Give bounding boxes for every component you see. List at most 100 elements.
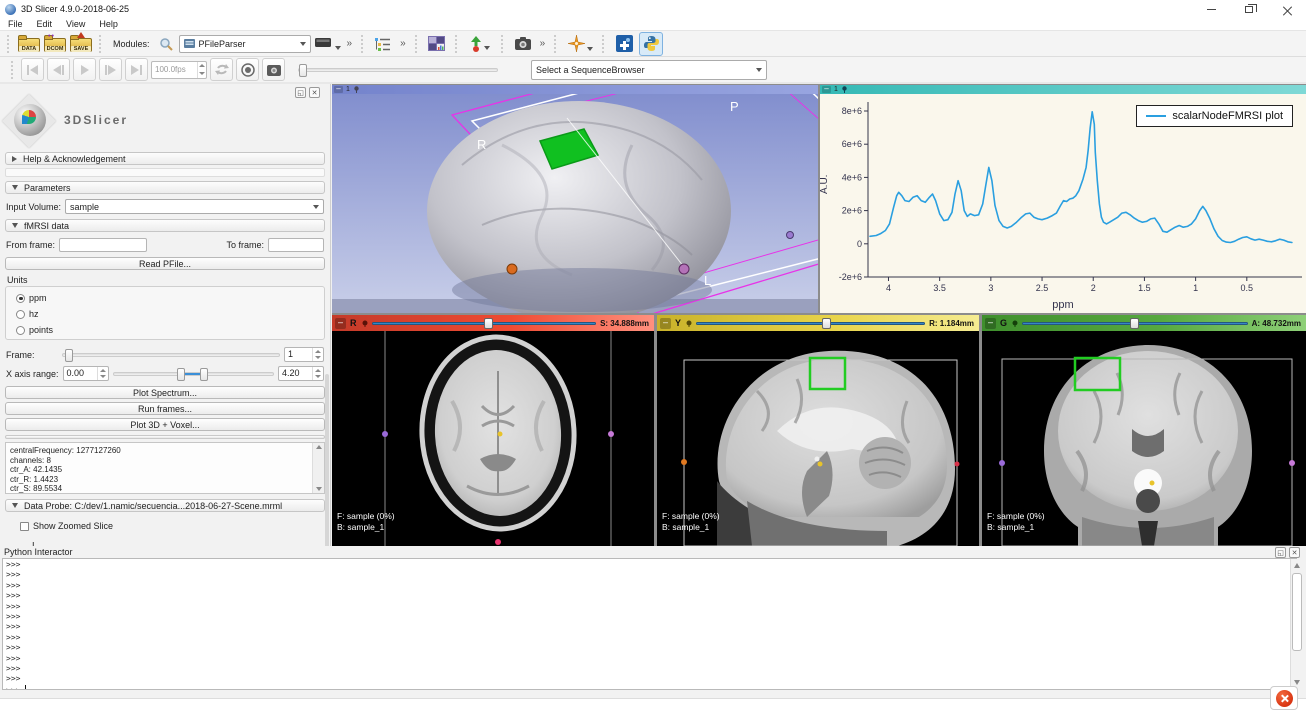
error-log-button[interactable] [1270, 686, 1298, 710]
sequence-slider[interactable] [298, 68, 498, 72]
python-close-icon[interactable]: ✕ [1289, 547, 1300, 558]
slice-offset-slider-green[interactable] [1022, 319, 1248, 328]
loop-button[interactable] [210, 58, 233, 81]
layout-selector-button[interactable] [426, 33, 448, 55]
slice-offset-slider-red[interactable] [372, 319, 597, 328]
plot-spectrum-button[interactable]: Plot Spectrum... [5, 386, 325, 399]
minimize-button[interactable] [1192, 0, 1230, 18]
slice-view-green[interactable]: – G A: 48.732mm F: sample (0%) B: sample… [982, 315, 1306, 546]
module-selector[interactable]: PFileParser [179, 35, 311, 53]
slice-header-green[interactable]: – G A: 48.732mm [982, 315, 1306, 331]
toolbar-overflow-chevron[interactable]: » [345, 38, 355, 49]
view-controllers-button[interactable] [372, 33, 394, 55]
python-interactor-button[interactable] [639, 32, 663, 56]
menu-edit[interactable]: Edit [37, 19, 53, 29]
radio-ppm[interactable]: ppm [14, 293, 324, 303]
xaxis-range-slider[interactable] [113, 372, 274, 376]
slice-header-red[interactable]: – R S: 34.888mm [332, 315, 654, 331]
xaxis-max-spinbox[interactable]: 4.20 [278, 366, 324, 381]
pin-icon[interactable] [1011, 320, 1018, 327]
collapse-view-button[interactable]: – [334, 86, 343, 93]
from-frame-input[interactable] [59, 238, 147, 252]
chart-canvas[interactable]: 43.532.521.510.5-2e+602e+64e+66e+68e+6 A… [820, 94, 1306, 313]
help-acknowledgement-section[interactable]: Help & Acknowledgement [5, 152, 325, 165]
pin-icon[interactable] [841, 86, 848, 93]
scroll-up-icon[interactable] [1294, 563, 1300, 568]
close-button[interactable] [1268, 0, 1306, 18]
threeD-view[interactable]: – 1 R P L [332, 85, 818, 313]
fmrsi-data-section[interactable]: fMRSI data [5, 219, 325, 232]
slice-header-yellow[interactable]: – Y R: 1.184mm [657, 315, 979, 331]
slice-slider-handle[interactable] [1130, 318, 1139, 329]
fps-spinbox[interactable] [151, 61, 207, 79]
python-scrollbar[interactable] [1290, 559, 1303, 689]
python-console[interactable]: >>>>>>>>>>>>>>>>>>>>>>>>>>>>>>>>>>>>>>> [2, 558, 1297, 690]
xaxis-min-spinbox[interactable]: 0.00 [63, 366, 109, 381]
run-frames-button[interactable]: Run frames... [5, 402, 325, 415]
module-history-button[interactable] [315, 33, 341, 55]
collapse-slice-button[interactable]: – [985, 318, 996, 329]
python-undock-icon[interactable]: ◱ [1275, 547, 1286, 558]
last-frame-button[interactable] [125, 58, 148, 81]
restore-button[interactable] [1230, 0, 1268, 18]
sequence-slider-handle[interactable] [299, 64, 307, 77]
input-volume-selector[interactable]: sample [65, 199, 324, 214]
collapse-view-button[interactable]: – [822, 86, 831, 93]
toolbar-handle[interactable] [11, 61, 15, 79]
pin-icon[interactable] [361, 320, 368, 327]
data-probe-section[interactable]: Data Probe: C:/dev/1.namic/secuencia...2… [5, 499, 325, 512]
toolbar-overflow-chevron[interactable]: » [398, 38, 408, 49]
fps-spinner[interactable] [197, 62, 206, 78]
save-button[interactable]: SAVE [70, 33, 92, 55]
parameters-section[interactable]: Parameters [5, 181, 325, 194]
screen-capture-button[interactable] [512, 33, 534, 55]
toolbar-overflow-chevron[interactable]: » [538, 38, 548, 49]
panel-close-icon[interactable]: ✕ [309, 87, 320, 98]
fps-input[interactable] [152, 62, 197, 78]
play-button[interactable] [73, 58, 96, 81]
info-textarea[interactable]: centralFrequency: 1277127260channels: 8c… [5, 442, 325, 494]
range-handle-max[interactable] [200, 368, 208, 381]
first-frame-button[interactable] [21, 58, 44, 81]
panel-undock-icon[interactable]: ◱ [295, 87, 306, 98]
collapsed-divider[interactable] [5, 435, 325, 439]
module-search-button[interactable] [157, 33, 175, 55]
extensions-manager-button[interactable] [613, 33, 635, 55]
threeD-view-header[interactable]: – 1 [332, 85, 818, 94]
range-handle-min[interactable] [177, 368, 185, 381]
toolbar-handle[interactable] [7, 35, 11, 53]
snapshot-button[interactable] [262, 58, 285, 81]
chart-view[interactable]: – 1 43.532.521.510.5-2e+602e+64e+66e+68e… [820, 85, 1306, 313]
show-zoomed-slice-checkbox[interactable] [20, 522, 29, 531]
menu-help[interactable]: Help [99, 19, 118, 29]
slice-offset-slider-yellow[interactable] [696, 319, 925, 328]
radio-hz[interactable]: hz [14, 309, 324, 319]
crosshair-button[interactable] [565, 33, 595, 55]
frame-spinbox[interactable]: 1 [284, 347, 324, 362]
slice-slider-handle[interactable] [484, 318, 493, 329]
collapse-slice-button[interactable]: – [335, 318, 346, 329]
pin-icon[interactable] [685, 320, 692, 327]
menu-view[interactable]: View [66, 19, 85, 29]
plot-3d-voxel-button[interactable]: Plot 3D + Voxel... [5, 418, 325, 431]
sequence-browser-toolbar-button[interactable] [466, 33, 494, 55]
scroll-thumb[interactable] [1292, 573, 1302, 651]
previous-frame-button[interactable] [47, 58, 70, 81]
record-button[interactable] [236, 58, 259, 81]
load-data-button[interactable]: DATA [18, 33, 40, 55]
menu-file[interactable]: File [8, 19, 23, 29]
slice-view-red[interactable]: – R S: 34.888mm F: sample (0%) B: sample… [332, 315, 654, 546]
show-zoomed-slice-row[interactable]: Show Zoomed Slice [18, 521, 326, 531]
chart-view-header[interactable]: – 1 [820, 85, 1306, 94]
to-frame-input[interactable] [268, 238, 324, 252]
pin-icon[interactable] [353, 86, 360, 93]
load-dicom-button[interactable]: ••DCOM [44, 33, 66, 55]
slice-view-yellow[interactable]: – Y R: 1.184mm F: sample (0%) B: sample_… [657, 315, 979, 546]
collapse-slice-button[interactable]: – [660, 318, 671, 329]
info-scrollbar[interactable] [312, 443, 324, 493]
radio-points[interactable]: points [14, 325, 324, 335]
read-pfile-button[interactable]: Read PFile... [5, 257, 325, 270]
scroll-down-icon[interactable] [1294, 680, 1300, 685]
sequence-browser-selector[interactable]: Select a SequenceBrowser [531, 60, 767, 80]
frame-slider-handle[interactable] [65, 349, 73, 362]
